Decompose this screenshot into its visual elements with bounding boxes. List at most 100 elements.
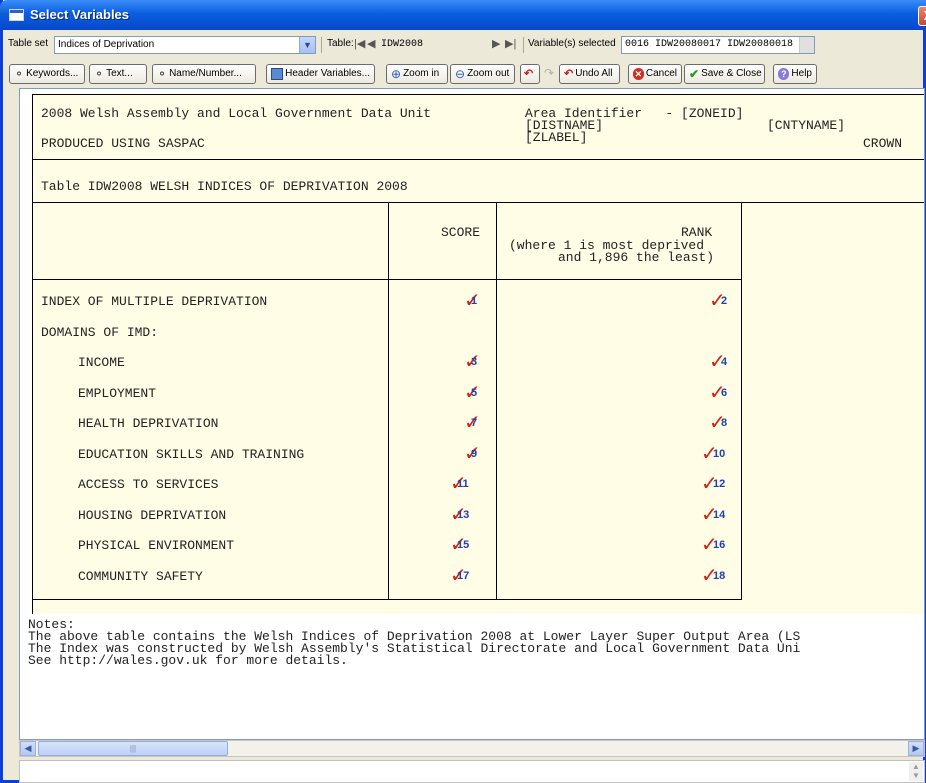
tableset-label: Table set	[8, 38, 49, 49]
help-label: Help	[791, 68, 812, 79]
last-table-icon[interactable]: ▶|	[505, 37, 516, 50]
save-close-label: Save & Close	[701, 68, 762, 79]
score-cell-number[interactable]: 5	[471, 387, 477, 399]
keywords-button[interactable]: ⚬ Keywords...	[9, 64, 85, 84]
binoculars-icon: ⚬	[157, 67, 168, 81]
separator	[523, 37, 524, 53]
table-row-label: HEALTH DEPRIVATION	[78, 416, 219, 431]
zoom-out-button[interactable]: ⊖ Zoom out	[450, 64, 515, 84]
column-divider	[496, 203, 497, 600]
undo-icon: ↶	[524, 67, 534, 80]
undo-button[interactable]: ↶	[520, 64, 540, 84]
window-title: Select Variables	[30, 7, 130, 22]
description-scroll[interactable]: ▲ ▼	[909, 762, 923, 781]
table-row-label: INDEX OF MULTIPLE DEPRIVATION	[41, 294, 268, 309]
score-cell-number[interactable]: 9	[471, 448, 477, 460]
rank-cell-number[interactable]: 18	[713, 570, 725, 582]
text-search-button[interactable]: ⚬ Text...	[89, 64, 147, 84]
score-cell-number[interactable]: 1	[471, 295, 477, 307]
redo-icon[interactable]: ↷	[544, 67, 554, 79]
text-search-label: Text...	[106, 68, 133, 79]
cancel-button[interactable]: ✕ Cancel	[628, 64, 682, 84]
select-variables-window: Select Variables X Table set Indices of …	[0, 0, 926, 783]
toolbar: ⚬ Keywords... ⚬ Text... ⚬ Name/Number...…	[7, 62, 925, 86]
table-row-label: HOUSING DEPRIVATION	[78, 508, 227, 523]
rank-cell-number[interactable]: 10	[713, 448, 725, 460]
score-cell-number[interactable]: 3	[471, 356, 477, 368]
chevron-down-icon[interactable]: ▼	[299, 37, 315, 53]
table-row-label: COMMUNITY SAFETY	[78, 569, 203, 584]
rank-cell-number[interactable]: 2	[721, 295, 727, 307]
undo-all-button[interactable]: ↶ Undo All	[559, 64, 620, 84]
rank-cell-number[interactable]: 12	[713, 478, 725, 490]
zoom-in-icon: ⊕	[391, 67, 402, 81]
help-icon: ?	[778, 68, 790, 80]
column-header-score: SCORE	[441, 225, 481, 240]
name-number-label: Name/Number...	[169, 68, 242, 79]
horizontal-scrollbar[interactable]: ◀ ||| ▶	[19, 740, 925, 757]
variables-selected-field[interactable]: 0016 IDW20080017 IDW20080018	[621, 36, 815, 54]
table-icon	[271, 68, 284, 80]
score-cell-number[interactable]: 17	[457, 570, 469, 582]
table-row-label: ACCESS TO SERVICES	[78, 477, 219, 492]
header-variables-button[interactable]: Header Variables...	[266, 64, 375, 84]
check-icon: ✔	[689, 67, 700, 81]
notes-line-3: See http://wales.gov.uk for more details…	[28, 653, 348, 668]
table-title: Table IDW2008 WELSH INDICES OF DEPRIVATI…	[41, 179, 408, 194]
zoom-out-icon: ⊖	[455, 67, 466, 81]
score-cell-number[interactable]: 7	[471, 417, 477, 429]
score-cell-number[interactable]: 11	[457, 478, 469, 490]
header-divider	[33, 279, 742, 280]
table-field[interactable]: IDW2008	[377, 36, 487, 54]
variables-selected-value: 0016 IDW20080017 IDW20080018	[625, 39, 794, 50]
table-selector-bar: Table set Indices of Deprivation ▼ Table…	[7, 34, 925, 56]
table-bottom-border	[33, 599, 742, 600]
description-box: ▲ ▼	[19, 760, 925, 783]
name-number-button[interactable]: ⚬ Name/Number...	[152, 64, 256, 84]
binoculars-icon: ⚬	[94, 67, 105, 81]
header-variables-label: Header Variables...	[285, 68, 370, 79]
rank-cell-number[interactable]: 6	[721, 387, 727, 399]
variables-selected-label: Variable(s) selected	[528, 38, 616, 49]
rank-cell-number[interactable]: 16	[713, 539, 725, 551]
divider	[33, 202, 924, 203]
table-row-label: INCOME	[78, 355, 125, 370]
first-table-icon[interactable]: |◀	[354, 37, 365, 50]
table-layout-page: 2008 Welsh Assembly and Local Government…	[32, 94, 924, 614]
rank-cell-number[interactable]: 4	[721, 356, 727, 368]
column-header-rank-note-2: and 1,896 the least)	[558, 250, 715, 265]
previous-table-icon[interactable]: ◀	[367, 37, 375, 50]
close-button[interactable]: X	[918, 6, 926, 26]
column-divider	[741, 203, 742, 600]
scrollbar-thumb[interactable]: |||	[38, 741, 228, 756]
table-preview: 2008 Welsh Assembly and Local Government…	[19, 88, 925, 740]
table-row-label: EMPLOYMENT	[78, 386, 157, 401]
binoculars-icon: ⚬	[14, 67, 25, 81]
tableset-dropdown[interactable]: Indices of Deprivation ▼	[54, 36, 316, 54]
column-divider	[388, 203, 389, 600]
rank-cell-number[interactable]: 8	[721, 417, 727, 429]
next-table-icon[interactable]: ▶	[492, 37, 500, 50]
header-produced-using: PRODUCED USING SASPAC	[41, 136, 205, 151]
score-cell-number[interactable]: 13	[457, 509, 469, 521]
scroll-right-icon[interactable]: ▶	[908, 741, 924, 756]
zoom-out-label: Zoom out	[467, 68, 510, 79]
cancel-icon: ✕	[633, 68, 644, 80]
header-organisation: 2008 Welsh Assembly and Local Government…	[41, 106, 432, 121]
keywords-label: Keywords...	[26, 68, 79, 79]
cancel-label: Cancel	[645, 68, 677, 79]
scroll-spinner[interactable]	[799, 37, 814, 53]
zoom-in-button[interactable]: ⊕ Zoom in	[386, 64, 448, 84]
table-row-label: PHYSICAL ENVIRONMENT	[78, 538, 235, 553]
table-row-label: EDUCATION SKILLS AND TRAINING	[78, 447, 305, 462]
scroll-left-icon[interactable]: ◀	[20, 741, 36, 756]
header-cntyname: [CNTYNAME]	[767, 118, 846, 133]
rank-cell-number[interactable]: 14	[713, 509, 725, 521]
help-button[interactable]: ? Help	[773, 64, 817, 84]
tableset-value: Indices of Deprivation	[58, 39, 155, 50]
window-icon	[9, 9, 24, 21]
save-close-button[interactable]: ✔ Save & Close	[684, 64, 765, 84]
undo-all-label: Undo All	[575, 68, 613, 79]
score-cell-number[interactable]: 15	[457, 539, 469, 551]
divider	[33, 159, 924, 160]
